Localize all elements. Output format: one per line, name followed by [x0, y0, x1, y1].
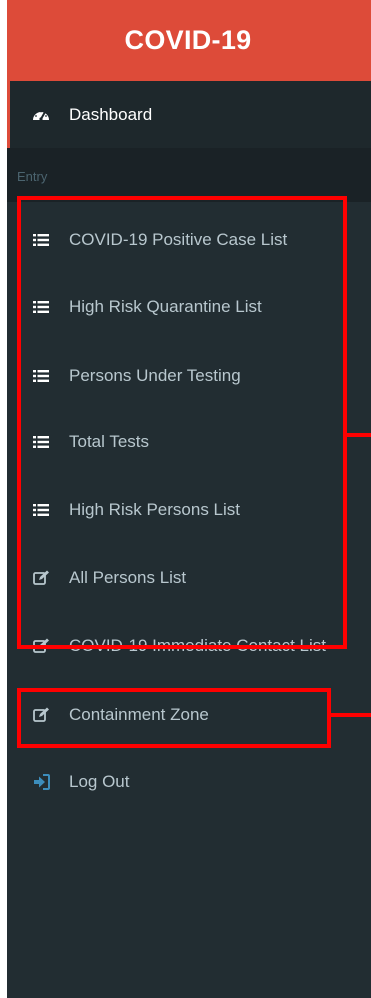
header: COVID-19 [7, 0, 371, 81]
sidebar-item-immediate-contact-list[interactable]: COVID-19 Immediate Contact List [32, 634, 326, 658]
sidebar-item-high-risk-quarantine-list[interactable]: High Risk Quarantine List [32, 295, 262, 319]
sidebar-item-dashboard[interactable]: Dashboard [7, 81, 371, 148]
sign-out-icon [32, 773, 50, 791]
sidebar-item-label: All Persons List [69, 568, 187, 587]
edit-icon [32, 569, 50, 587]
sidebar-item-total-tests[interactable]: Total Tests [32, 430, 149, 454]
list-icon [32, 501, 50, 519]
sidebar-item-all-persons-list[interactable]: All Persons List [32, 566, 186, 590]
annotation-connector-bottom [329, 713, 371, 717]
sidebar-item-covid-positive-case-list[interactable]: COVID-19 Positive Case List [32, 228, 287, 252]
app-title: COVID-19 [124, 25, 252, 55]
dashboard-icon [32, 106, 50, 124]
sidebar-item-label: COVID-19 Immediate Contact List [69, 636, 326, 655]
edit-icon [32, 637, 50, 655]
sidebar-item-label: High Risk Persons List [69, 500, 241, 519]
edit-icon [32, 706, 50, 724]
sidebar-item-label: Persons Under Testing [69, 366, 241, 385]
list-icon [32, 367, 50, 385]
sidebar-item-label: High Risk Quarantine List [69, 297, 262, 316]
sidebar: Dashboard Entry COVID-19 Positive Case L… [7, 81, 371, 998]
sidebar-item-dashboard-content: Dashboard [32, 103, 152, 127]
left-gutter [0, 0, 7, 998]
sidebar-item-label: Dashboard [69, 105, 153, 124]
app-root: COVID-19 Dashboard Entry COVID-19 Positi… [0, 0, 371, 998]
annotation-connector-top [345, 433, 371, 437]
sidebar-item-label: COVID-19 Positive Case List [69, 230, 288, 249]
section-header [7, 148, 371, 202]
sidebar-item-persons-under-testing[interactable]: Persons Under Testing [32, 364, 241, 388]
sidebar-item-high-risk-persons-list[interactable]: High Risk Persons List [32, 498, 240, 522]
sidebar-item-label: Containment Zone [69, 705, 209, 724]
sidebar-item-log-out[interactable]: Log Out [32, 770, 130, 794]
section-label-entry: Entry [17, 169, 48, 184]
list-icon [32, 231, 50, 249]
list-icon [32, 298, 50, 316]
sidebar-item-label: Log Out [69, 772, 130, 791]
list-icon [32, 433, 50, 451]
sidebar-item-containment-zone[interactable]: Containment Zone [32, 703, 209, 727]
sidebar-item-label: Total Tests [69, 432, 150, 451]
